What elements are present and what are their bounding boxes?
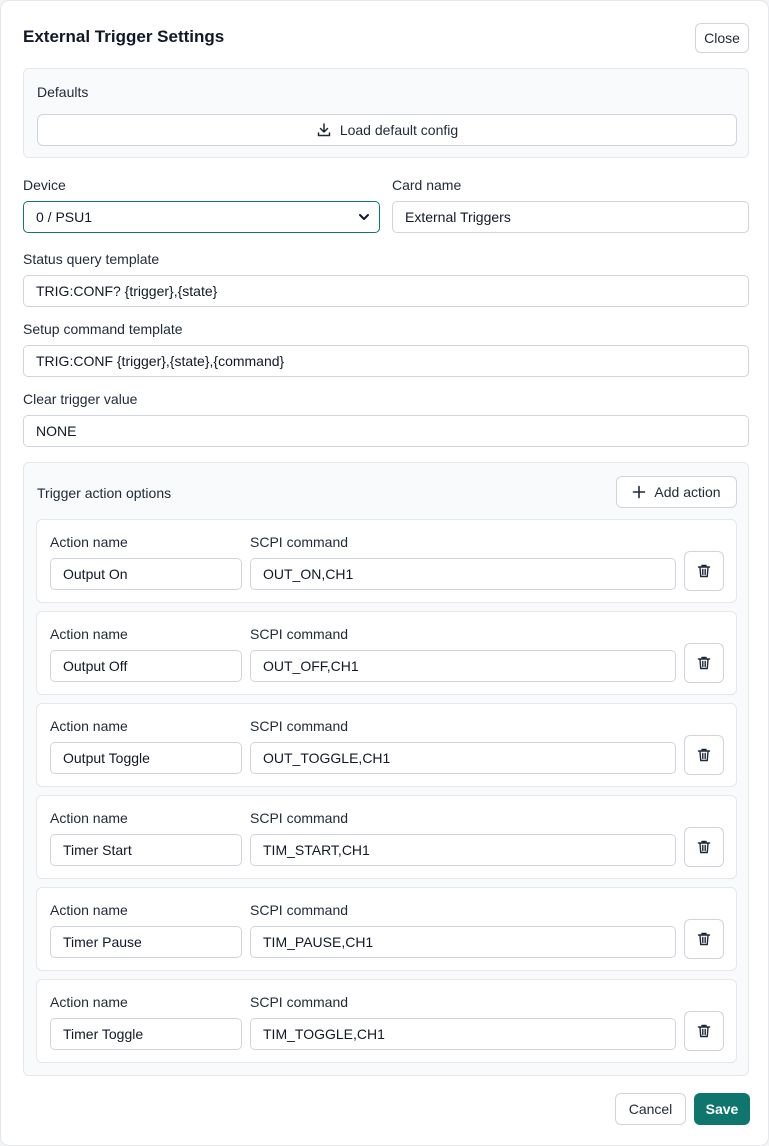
action-row: Action name SCPI command Output Toggle O… [36,703,737,787]
plus-icon [633,485,646,499]
scpi-command-input[interactable]: TIM_PAUSE,CH1 [250,926,676,958]
trash-icon [697,748,711,762]
cancel-button[interactable]: Cancel [615,1093,686,1125]
action-name-label: Action name [50,810,128,826]
delete-action-button[interactable] [684,919,724,959]
scpi-command-input[interactable]: TIM_START,CH1 [250,834,676,866]
delete-action-button[interactable] [684,1011,724,1051]
setup-command-input[interactable]: TRIG:CONF {trigger},{state},{command} [23,345,749,377]
clear-trigger-input[interactable]: NONE [23,415,749,447]
action-name-label: Action name [50,534,128,550]
scpi-command-label: SCPI command [250,718,349,734]
delete-action-button[interactable] [684,735,724,775]
scpi-command-input[interactable]: OUT_OFF,CH1 [250,650,676,682]
status-query-label: Status query template [23,251,160,267]
download-icon [317,123,331,137]
scpi-command-input[interactable]: TIM_TOGGLE,CH1 [250,1018,676,1050]
device-select-value: 0 / PSU1 [36,209,93,225]
add-action-label: Add action [654,484,721,500]
action-row: Action name SCPI command Timer Pause TIM… [36,887,737,971]
save-button[interactable]: Save [694,1093,750,1125]
action-row: Action name SCPI command Output Off OUT_… [36,611,737,695]
scpi-command-input[interactable]: OUT_TOGGLE,CH1 [250,742,676,774]
delete-action-button[interactable] [684,827,724,867]
scpi-command-label: SCPI command [250,810,349,826]
delete-action-button[interactable] [684,643,724,683]
action-name-input[interactable]: Output Toggle [50,742,242,774]
card-name-label: Card name [392,177,462,193]
action-row: Action name SCPI command Timer Start TIM… [36,795,737,879]
trash-icon [697,932,711,946]
trash-icon [697,840,711,854]
action-row: Action name SCPI command Timer Toggle TI… [36,979,737,1063]
action-name-input[interactable]: Output On [50,558,242,590]
load-default-config-button[interactable]: Load default config [37,114,737,146]
close-button[interactable]: Close [695,23,749,53]
action-name-input[interactable]: Timer Start [50,834,242,866]
delete-action-button[interactable] [684,551,724,591]
chevron-down-icon [359,214,369,220]
setup-command-label: Setup command template [23,321,183,337]
card-name-input[interactable]: External Triggers [392,201,749,233]
clear-trigger-label: Clear trigger value [23,391,138,407]
action-name-label: Action name [50,902,128,918]
trash-icon [697,1024,711,1038]
action-name-input[interactable]: Timer Pause [50,926,242,958]
device-label: Device [23,177,66,193]
scpi-command-label: SCPI command [250,534,349,550]
trigger-settings-dialog: External Trigger Settings Close Defaults… [1,1,768,1145]
trigger-actions-heading: Trigger action options [37,485,172,501]
defaults-panel: Defaults Load default config [23,68,749,158]
scpi-command-label: SCPI command [250,902,349,918]
scpi-command-label: SCPI command [250,994,349,1010]
defaults-heading: Defaults [37,84,89,100]
trash-icon [697,656,711,670]
action-name-label: Action name [50,994,128,1010]
scpi-command-input[interactable]: OUT_ON,CH1 [250,558,676,590]
dialog-title: External Trigger Settings [23,27,225,46]
action-name-label: Action name [50,626,128,642]
action-row: Action name SCPI command Output On OUT_O… [36,519,737,603]
add-action-button[interactable]: Add action [616,476,737,508]
action-name-label: Action name [50,718,128,734]
action-name-input[interactable]: Timer Toggle [50,1018,242,1050]
action-name-input[interactable]: Output Off [50,650,242,682]
device-select[interactable]: 0 / PSU1 [23,201,380,233]
status-query-input[interactable]: TRIG:CONF? {trigger},{state} [23,275,749,307]
load-default-config-label: Load default config [339,122,459,138]
trash-icon [697,564,711,578]
scpi-command-label: SCPI command [250,626,349,642]
